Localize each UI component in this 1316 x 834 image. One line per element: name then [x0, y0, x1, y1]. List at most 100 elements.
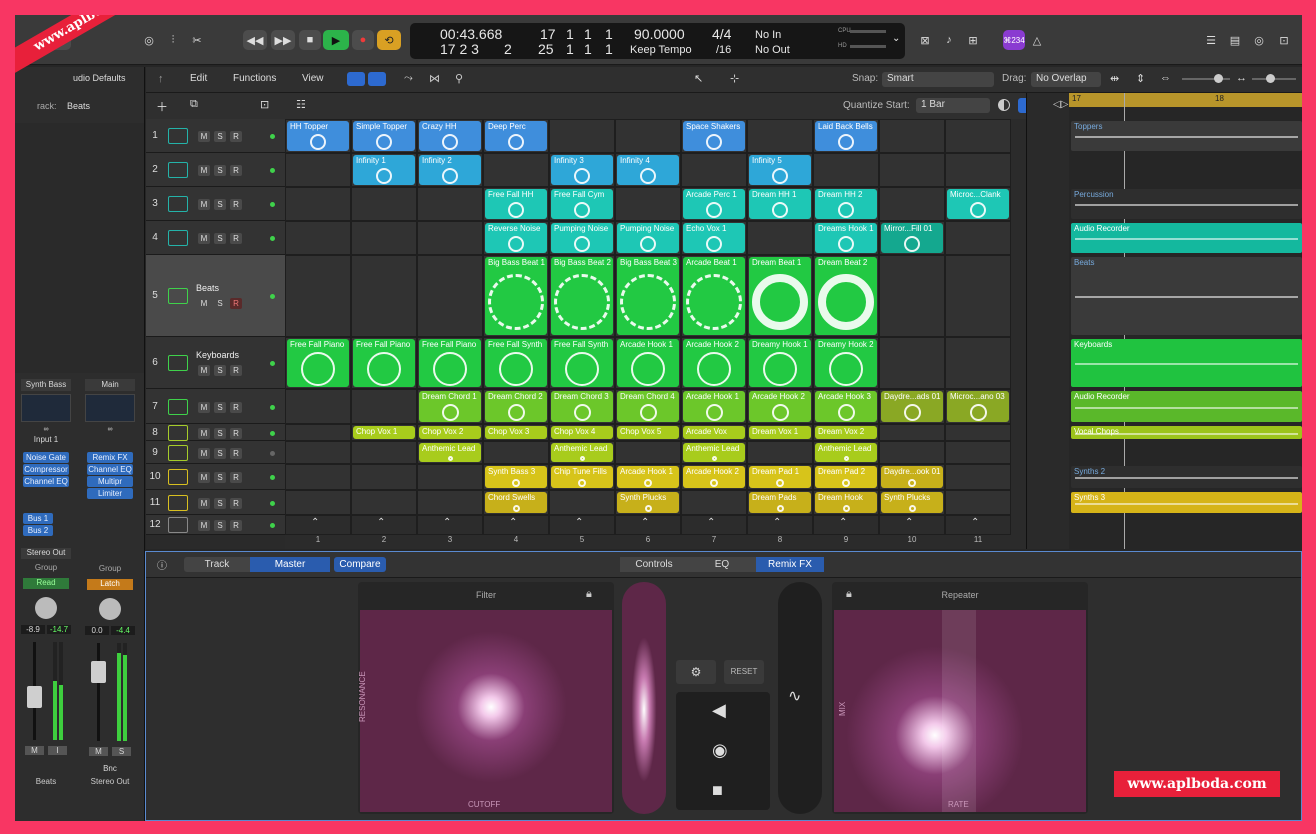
- track-region[interactable]: Synths 3: [1071, 492, 1302, 513]
- snap-select[interactable]: Smart: [882, 72, 994, 87]
- track-mute-button[interactable]: M: [198, 472, 210, 483]
- clip-cell[interactable]: Chip Tune Fills: [551, 466, 613, 488]
- track-record-button[interactable]: R: [230, 427, 242, 439]
- duplicate-track-icon[interactable]: ⧉: [190, 98, 198, 111]
- clip-cell[interactable]: Dream Vox 1: [749, 426, 811, 439]
- empty-cell[interactable]: [351, 389, 417, 424]
- tape-stop-icon[interactable]: ■: [712, 780, 723, 801]
- info-small-icon[interactable]: ⓘ: [154, 557, 170, 572]
- empty-cell[interactable]: [879, 337, 945, 389]
- track-solo-button[interactable]: S: [214, 298, 226, 309]
- empty-cell[interactable]: [417, 187, 483, 221]
- empty-cell[interactable]: [351, 441, 417, 464]
- clip-cell[interactable]: Microc...ano 03: [947, 391, 1009, 422]
- empty-cell[interactable]: [285, 424, 351, 441]
- clip-cell[interactable]: Anthemic Lead: [551, 443, 613, 462]
- empty-cell[interactable]: [615, 187, 681, 221]
- strip2-automation[interactable]: Latch: [87, 579, 133, 590]
- empty-cell[interactable]: [549, 119, 615, 153]
- track-region[interactable]: Beats: [1071, 257, 1302, 335]
- clip-cell[interactable]: Pumping Noise: [551, 223, 613, 253]
- strip1-setting[interactable]: Synth Bass: [21, 379, 71, 391]
- empty-cell[interactable]: [747, 221, 813, 255]
- clip-cell[interactable]: Arcade Hook 3: [815, 391, 877, 422]
- clip-cell[interactable]: Space Shakers: [683, 121, 745, 151]
- clip-cell[interactable]: Chop Vox 2: [419, 426, 481, 439]
- track-record-button[interactable]: R: [230, 401, 242, 413]
- clip-cell[interactable]: Dream Chord 2: [485, 391, 547, 422]
- vertical-zoom-knob[interactable]: [1214, 74, 1223, 83]
- strip2-pan-knob[interactable]: [99, 598, 121, 620]
- clip-cell[interactable]: Dream Beat 1: [749, 257, 811, 335]
- clip-cell[interactable]: Chord Swells: [485, 492, 547, 513]
- clip-cell[interactable]: Synth Plucks: [617, 492, 679, 513]
- track-mute-button[interactable]: M: [198, 401, 210, 413]
- send-bus-2[interactable]: Bus 2: [23, 525, 53, 536]
- track-record-button[interactable]: R: [230, 298, 242, 309]
- track-header-8[interactable]: 8 MSR: [146, 424, 285, 441]
- track-header-1[interactable]: 1 MSR: [146, 119, 285, 153]
- scene-list-icon[interactable]: ☷: [296, 98, 306, 111]
- strip2-fader[interactable]: [91, 661, 106, 683]
- track-record-button[interactable]: R: [230, 472, 242, 483]
- track-header-3[interactable]: 3 MSR: [146, 187, 285, 221]
- functions-menu[interactable]: Functions: [233, 73, 276, 84]
- clip-cell[interactable]: Dreams Hook 1: [815, 223, 877, 253]
- clip-cell[interactable]: Simple Topper: [353, 121, 415, 151]
- lcd-display[interactable]: 00:43.668 17 1 1 1 17 2 3 2 25 1 1 1 90.…: [410, 23, 905, 59]
- track-mute-button[interactable]: M: [198, 298, 210, 309]
- track-header-11[interactable]: 11 M S R: [146, 490, 285, 515]
- clip-cell[interactable]: Free Fall Piano: [287, 339, 349, 387]
- cycle-icon[interactable]: ⟲: [377, 30, 401, 50]
- rewind-icon[interactable]: ◀◀: [243, 30, 267, 50]
- clip-cell[interactable]: Reverse Noise: [485, 223, 547, 253]
- empty-cell[interactable]: [285, 153, 351, 187]
- strip1-eq-thumb[interactable]: [21, 394, 71, 422]
- reverse-icon[interactable]: ◀: [712, 700, 726, 721]
- track-tab[interactable]: Track: [184, 557, 250, 572]
- track-solo-button[interactable]: S: [214, 165, 226, 176]
- track-record-button[interactable]: R: [230, 497, 242, 509]
- track-solo-button[interactable]: S: [214, 233, 226, 244]
- record-icon[interactable]: ●: [352, 30, 374, 50]
- empty-cell[interactable]: [747, 119, 813, 153]
- clip-cell[interactable]: Anthemic Lead: [683, 443, 745, 462]
- strip1-automation[interactable]: Read: [23, 578, 69, 589]
- empty-cell[interactable]: [879, 153, 945, 187]
- clip-cell[interactable]: Big Bass Beat 1: [485, 257, 547, 335]
- edit-menu[interactable]: Edit: [190, 73, 207, 84]
- scene-trigger-icon[interactable]: ⌃: [443, 517, 451, 528]
- gate-slider[interactable]: [622, 582, 666, 814]
- clip-cell[interactable]: Laid Back Bells: [815, 121, 877, 151]
- track-region[interactable]: Percussion: [1071, 189, 1302, 219]
- clip-cell[interactable]: Microc...Clank: [947, 189, 1009, 219]
- folder-icon[interactable]: ⊡: [260, 98, 269, 111]
- clip-cell[interactable]: Arcade Hook 1: [617, 339, 679, 387]
- track-mute-button[interactable]: M: [198, 199, 210, 210]
- list-view-icon[interactable]: [368, 72, 386, 86]
- strip1-input-monitor[interactable]: I: [48, 746, 67, 755]
- add-track-icon[interactable]: ＋: [156, 98, 168, 115]
- empty-cell[interactable]: [285, 464, 351, 490]
- track-solo-button[interactable]: S: [214, 447, 226, 459]
- track-mute-button[interactable]: M: [198, 131, 210, 142]
- strip2-mute[interactable]: M: [89, 747, 108, 756]
- scene-trigger-icon[interactable]: ⌃: [905, 517, 913, 528]
- clip-cell[interactable]: Dream Chord 3: [551, 391, 613, 422]
- pointer-tool-icon[interactable]: ↖: [694, 72, 703, 85]
- track-solo-button[interactable]: S: [214, 401, 226, 413]
- scene-trigger-icon[interactable]: ⌃: [707, 517, 715, 528]
- strip2-group[interactable]: Group: [85, 564, 135, 575]
- catch-icon[interactable]: ⚲: [455, 72, 463, 85]
- track-solo-button[interactable]: S: [214, 427, 226, 439]
- waveform-zoom-icon[interactable]: ⇹: [1110, 72, 1119, 85]
- downsampler-slider[interactable]: ∿: [778, 582, 822, 814]
- empty-cell[interactable]: [945, 119, 1011, 153]
- clip-cell[interactable]: Free Fall Synth: [485, 339, 547, 387]
- empty-cell[interactable]: [285, 255, 351, 337]
- track-record-button[interactable]: R: [230, 447, 242, 459]
- track-region[interactable]: Vocal Chops: [1071, 426, 1302, 439]
- empty-cell[interactable]: [351, 490, 417, 515]
- track-solo-button[interactable]: S: [214, 199, 226, 210]
- countin-badge[interactable]: ⌘234: [1003, 30, 1025, 50]
